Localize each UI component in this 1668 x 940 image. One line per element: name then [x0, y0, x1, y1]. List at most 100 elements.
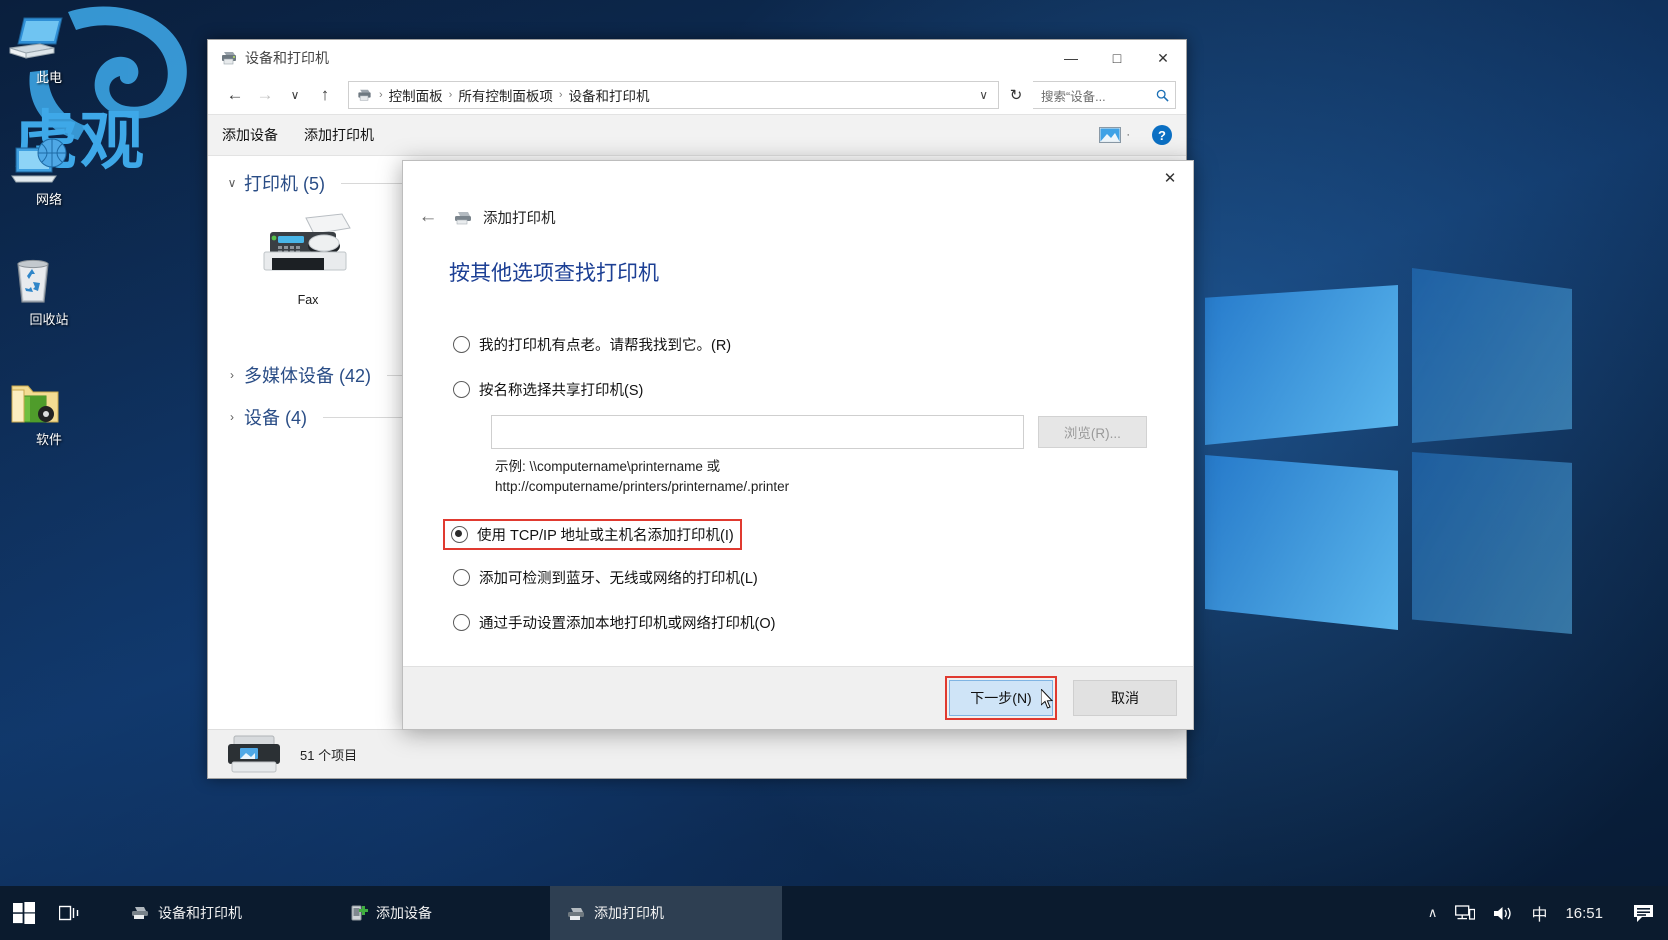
add-printer-command[interactable]: 添加打印机	[304, 125, 374, 145]
maximize-button[interactable]: □	[1094, 40, 1140, 76]
desktop: 虎观 此电 网络 回收站 软件 设备和打印机 — □ ✕ ← → ∨ ↑ › 控…	[0, 0, 1668, 940]
radio-label: 我的打印机有点老。请帮我找到它。(R)	[479, 338, 732, 354]
radio-icon	[453, 569, 470, 586]
cancel-button[interactable]: 取消	[1073, 680, 1177, 716]
clock[interactable]: 16:51	[1565, 905, 1603, 922]
action-center-icon[interactable]	[1633, 904, 1654, 923]
up-button[interactable]: ↑	[312, 82, 338, 108]
breadcrumb-separator: ›	[448, 89, 453, 101]
device-tile[interactable]: Fax	[254, 212, 362, 340]
printer-icon	[566, 905, 586, 921]
radio-icon	[451, 526, 468, 543]
printer-icon	[453, 209, 473, 225]
add-device-icon	[350, 904, 368, 922]
radio-option-manual[interactable]: 通过手动设置添加本地打印机或网络打印机(O)	[449, 609, 779, 636]
network-icon	[6, 136, 92, 188]
radio-option-old-printer[interactable]: 我的打印机有点老。请帮我找到它。(R)	[449, 331, 735, 358]
next-button-highlight: 下一步(N)	[945, 676, 1057, 720]
minimize-button[interactable]: —	[1048, 40, 1094, 76]
dialog-title: 添加打印机	[483, 210, 556, 227]
shared-printer-input[interactable]	[491, 415, 1024, 449]
search-placeholder: 搜索“设备...	[1041, 89, 1106, 104]
search-input[interactable]: 搜索“设备...	[1033, 81, 1176, 109]
dialog-body: 按其他选项查找打印机 我的打印机有点老。请帮我找到它。(R) 按名称选择共享打印…	[403, 239, 1193, 666]
explorer-statusbar: 51 个项目	[208, 729, 1186, 778]
example-text: 示例: \\computername\printername 或 http://…	[495, 457, 1147, 497]
desktop-icon-network[interactable]: 网络	[6, 136, 92, 207]
explorer-commandbar: 添加设备 添加打印机 · ?	[208, 114, 1186, 156]
breadcrumb-root-icon	[356, 88, 373, 102]
system-tray: ∧ 中 16:51	[1428, 901, 1668, 925]
add-device-command[interactable]: 添加设备	[222, 125, 278, 145]
window-controls: — □ ✕	[1048, 40, 1186, 76]
desktop-icon-label: 此电	[35, 70, 62, 85]
next-button[interactable]: 下一步(N)	[949, 680, 1053, 716]
chevron-right-icon: ›	[230, 368, 234, 382]
breadcrumb[interactable]: › 控制面板 › 所有控制面板项 › 设备和打印机 ∨	[348, 81, 999, 109]
taskbar-item-add-printer[interactable]: 添加打印机	[550, 886, 782, 940]
close-button[interactable]: ✕	[1140, 40, 1186, 76]
add-printer-dialog: ✕ ← 添加打印机 按其他选项查找打印机 我的打印机有点老。请帮我找到它。(R)	[402, 160, 1194, 730]
breadcrumb-item-devices[interactable]: 设备和打印机	[566, 85, 653, 105]
taskbar-item-label: 设备和打印机	[158, 905, 242, 921]
desktop-icon-label: 软件	[35, 432, 62, 447]
example-line-1: 示例: \\computername\printername 或	[495, 459, 721, 474]
breadcrumb-item-control-panel[interactable]: 控制面板	[386, 85, 446, 105]
radio-icon	[453, 381, 470, 398]
chevron-down-icon[interactable]: ∨	[973, 88, 994, 102]
task-view-button[interactable]	[48, 886, 92, 940]
explorer-addressbar: ← → ∨ ↑ › 控制面板 › 所有控制面板项 › 设备和打印机 ∨ ↻ 搜索…	[208, 76, 1186, 114]
show-hidden-icons-button[interactable]: ∧	[1428, 905, 1438, 921]
search-icon	[1156, 89, 1169, 102]
radio-option-shared-name[interactable]: 按名称选择共享打印机(S)	[449, 376, 647, 403]
explorer-title: 设备和打印机	[245, 50, 329, 66]
ime-indicator[interactable]: 中	[1531, 901, 1547, 925]
refresh-button[interactable]: ↻	[1003, 82, 1029, 108]
volume-icon[interactable]	[1493, 905, 1513, 922]
radio-icon	[453, 614, 470, 631]
breadcrumb-item-all-items[interactable]: 所有控制面板项	[455, 85, 556, 105]
taskbar: 设备和打印机 添加设备 添加打印机 ∧ 中 16:51	[0, 886, 1668, 940]
forward-button[interactable]: →	[252, 82, 278, 108]
radio-label: 添加可检测到蓝牙、无线或网络的打印机(L)	[479, 571, 758, 587]
view-options-icon[interactable]: ·	[1099, 127, 1130, 143]
chevron-right-icon: ›	[230, 410, 234, 424]
radio-icon	[453, 336, 470, 353]
status-item-count: 51 个项目	[300, 747, 358, 763]
group-title: 打印机 (5)	[244, 174, 325, 194]
desktop-icon-software[interactable]: 软件	[6, 376, 92, 447]
breadcrumb-separator: ›	[558, 89, 563, 101]
dialog-close-button[interactable]: ✕	[1147, 161, 1193, 195]
help-button[interactable]: ?	[1152, 125, 1172, 145]
taskbar-item-label: 添加设备	[376, 905, 432, 921]
desktop-icon-this-pc[interactable]: 此电	[6, 14, 92, 85]
network-icon[interactable]	[1455, 904, 1476, 922]
device-tile-label: Fax	[297, 293, 319, 307]
taskbar-item-label: 添加打印机	[594, 905, 664, 921]
browse-button[interactable]: 浏览(R)...	[1037, 416, 1147, 448]
dialog-footer: 下一步(N) 取消	[403, 666, 1193, 729]
radio-option-bluetooth[interactable]: 添加可检测到蓝牙、无线或网络的打印机(L)	[449, 564, 762, 591]
chevron-down-icon: ∨	[227, 176, 237, 190]
dialog-titlebar: ✕	[403, 161, 1193, 195]
explorer-titlebar: 设备和打印机 — □ ✕	[208, 40, 1186, 76]
shared-printer-row: 浏览(R)...	[491, 415, 1147, 449]
printer-icon	[220, 50, 238, 66]
radio-label: 使用 TCP/IP 地址或主机名添加打印机(I)	[477, 528, 734, 544]
start-button[interactable]	[0, 886, 48, 940]
recent-locations-button[interactable]: ∨	[282, 82, 308, 108]
dialog-heading: 按其他选项查找打印机	[449, 262, 659, 285]
taskbar-item-add-device[interactable]: 添加设备	[334, 886, 516, 940]
radio-label: 按名称选择共享打印机(S)	[479, 383, 644, 399]
breadcrumb-separator: ›	[379, 89, 383, 101]
group-title: 多媒体设备 (42)	[244, 366, 372, 386]
group-title: 设备 (4)	[244, 408, 307, 428]
fax-icon	[254, 212, 362, 284]
view-caret: ·	[1126, 129, 1130, 141]
dialog-back-button[interactable]: ←	[413, 202, 443, 232]
desktop-icon-recycle-bin[interactable]: 回收站	[6, 256, 92, 327]
radio-option-tcpip[interactable]: 使用 TCP/IP 地址或主机名添加打印机(I)	[443, 519, 742, 550]
taskbar-item-devices-and-printers[interactable]: 设备和打印机	[114, 886, 296, 940]
back-button[interactable]: ←	[222, 82, 248, 108]
recycle-bin-icon	[6, 256, 92, 308]
